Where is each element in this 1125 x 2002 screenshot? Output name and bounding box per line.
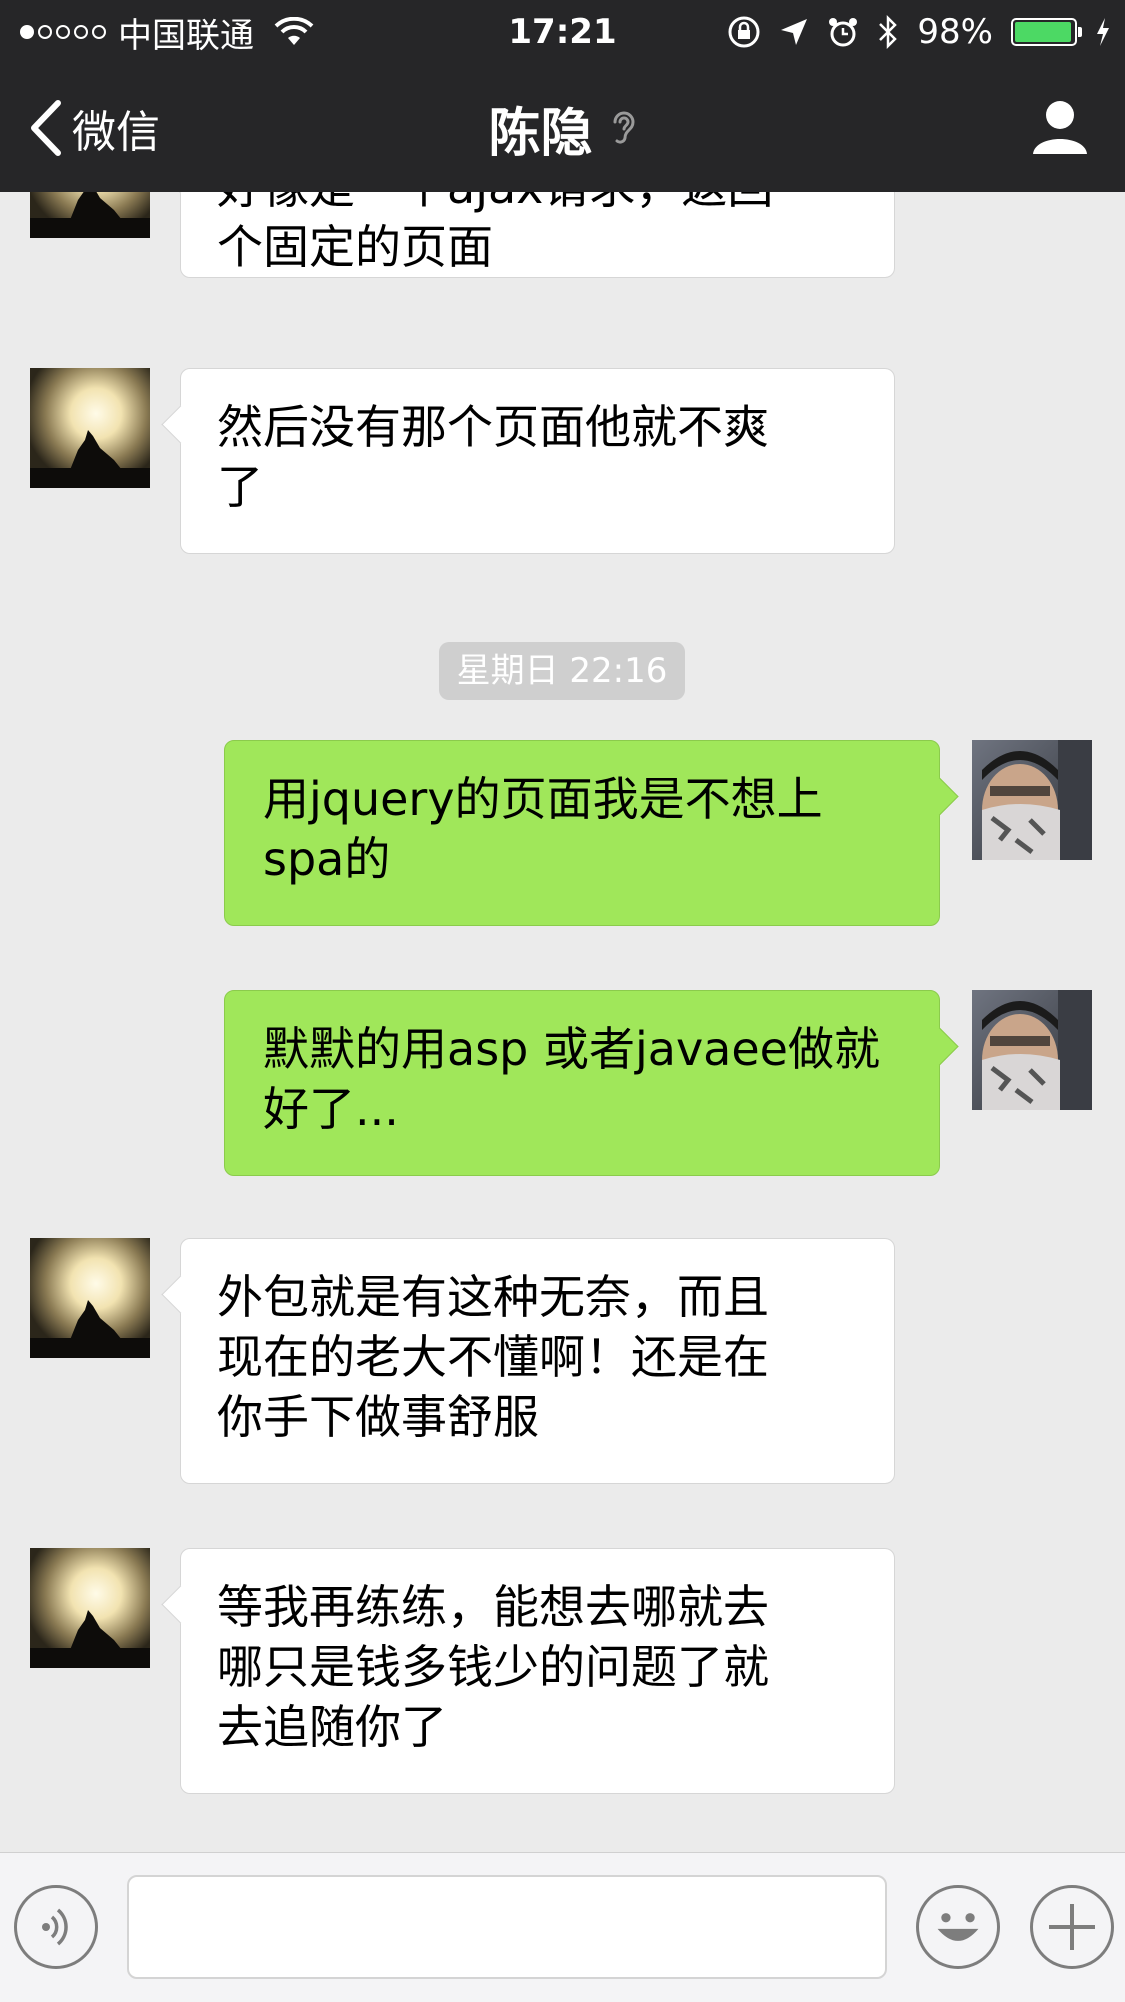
message-text: 然后没有那个页面他就不爽 了 [217,400,769,514]
message-input[interactable] [127,1875,887,1979]
profile-icon[interactable] [1031,98,1089,156]
input-bar [0,1852,1125,2002]
message-text: 等我再练练，能想去哪就去 哪只是钱多钱少的问题了就 去追随你了 [217,1580,769,1754]
message-text: 好像是一个ajax请求，返回 个固定的页面 [217,192,773,274]
chat-area[interactable]: 好像是一个ajax请求，返回 个固定的页面 然后没有那个页面他就不爽 了 星期日… [0,192,1125,1852]
timestamp-label: 星期日 22:16 [439,642,685,700]
emoji-button[interactable] [916,1885,1000,1969]
rotation-lock-icon [728,16,760,48]
contact-avatar[interactable] [30,1548,150,1668]
message-bubble-incoming[interactable]: 等我再练练，能想去哪就去 哪只是钱多钱少的问题了就 去追随你了 [180,1548,895,1794]
contact-avatar[interactable] [30,1238,150,1358]
contact-avatar[interactable] [30,368,150,488]
alarm-icon [829,18,858,47]
plus-icon [1049,1904,1095,1950]
message-bubble-incoming[interactable]: 外包就是有这种无奈，而且 现在的老大不懂啊！还是在 你手下做事舒服 [180,1238,895,1484]
contact-avatar[interactable] [30,192,150,238]
nav-bar: 微信 陈隐 [0,64,1125,192]
emoji-icon [937,1913,979,1941]
battery-percent: 98% [917,12,993,52]
ear-icon [613,111,635,144]
my-avatar[interactable] [972,740,1092,860]
bluetooth-icon [879,14,898,50]
voice-button[interactable] [14,1885,98,1969]
status-bar: 中国联通 17:21 98% [0,0,1125,64]
charging-icon [1097,18,1109,46]
message-bubble-outgoing[interactable]: 默默的用asp 或者javaee做就 好了... [224,990,940,1176]
plus-button[interactable] [1030,1885,1114,1969]
my-avatar[interactable] [972,990,1092,1110]
message-text: 用jquery的页面我是不想上 spa的 [263,772,823,886]
message-text: 外包就是有这种无奈，而且 现在的老大不懂啊！还是在 你手下做事舒服 [217,1270,769,1444]
chat-title: 陈隐 [488,103,593,164]
title-wrap: 陈隐 [0,64,1125,192]
status-right: 98% [727,0,1111,64]
message-bubble-outgoing[interactable]: 用jquery的页面我是不想上 spa的 [224,740,940,926]
message-text: 默默的用asp 或者javaee做就 好了... [263,1022,880,1136]
message-bubble-incoming[interactable]: 然后没有那个页面他就不爽 了 [180,368,895,554]
message-bubble-incoming[interactable]: 好像是一个ajax请求，返回 个固定的页面 [180,192,895,278]
voice-icon [42,1908,68,1946]
battery-icon [1011,18,1082,46]
location-arrow-icon [781,19,808,45]
